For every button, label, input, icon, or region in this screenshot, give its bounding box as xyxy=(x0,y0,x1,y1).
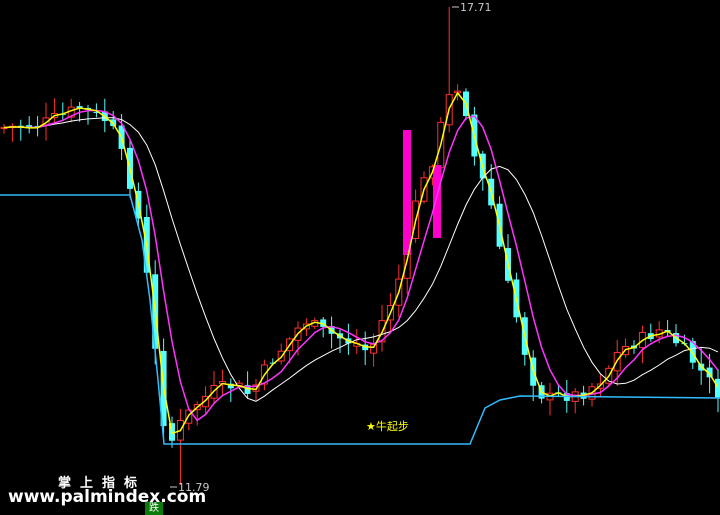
ma-long-line xyxy=(3,117,719,402)
price-chart: 17.71 11.79 ★牛起步 xyxy=(0,1,720,494)
candle-body xyxy=(715,378,720,398)
support-line xyxy=(0,194,720,445)
lines-group xyxy=(0,91,720,445)
fall-marker-badge: 跌 xyxy=(145,502,163,515)
candles-group xyxy=(0,7,720,485)
candle-body xyxy=(370,343,378,354)
signal-bar xyxy=(433,165,441,238)
annotations-group: 17.71 11.79 ★牛起步 xyxy=(170,1,492,494)
signal-label: ★牛起步 xyxy=(366,419,409,433)
high-price-label: 17.71 xyxy=(460,1,492,14)
site-watermark: www.palmindex.com xyxy=(8,487,207,507)
signal-bar xyxy=(403,130,411,255)
